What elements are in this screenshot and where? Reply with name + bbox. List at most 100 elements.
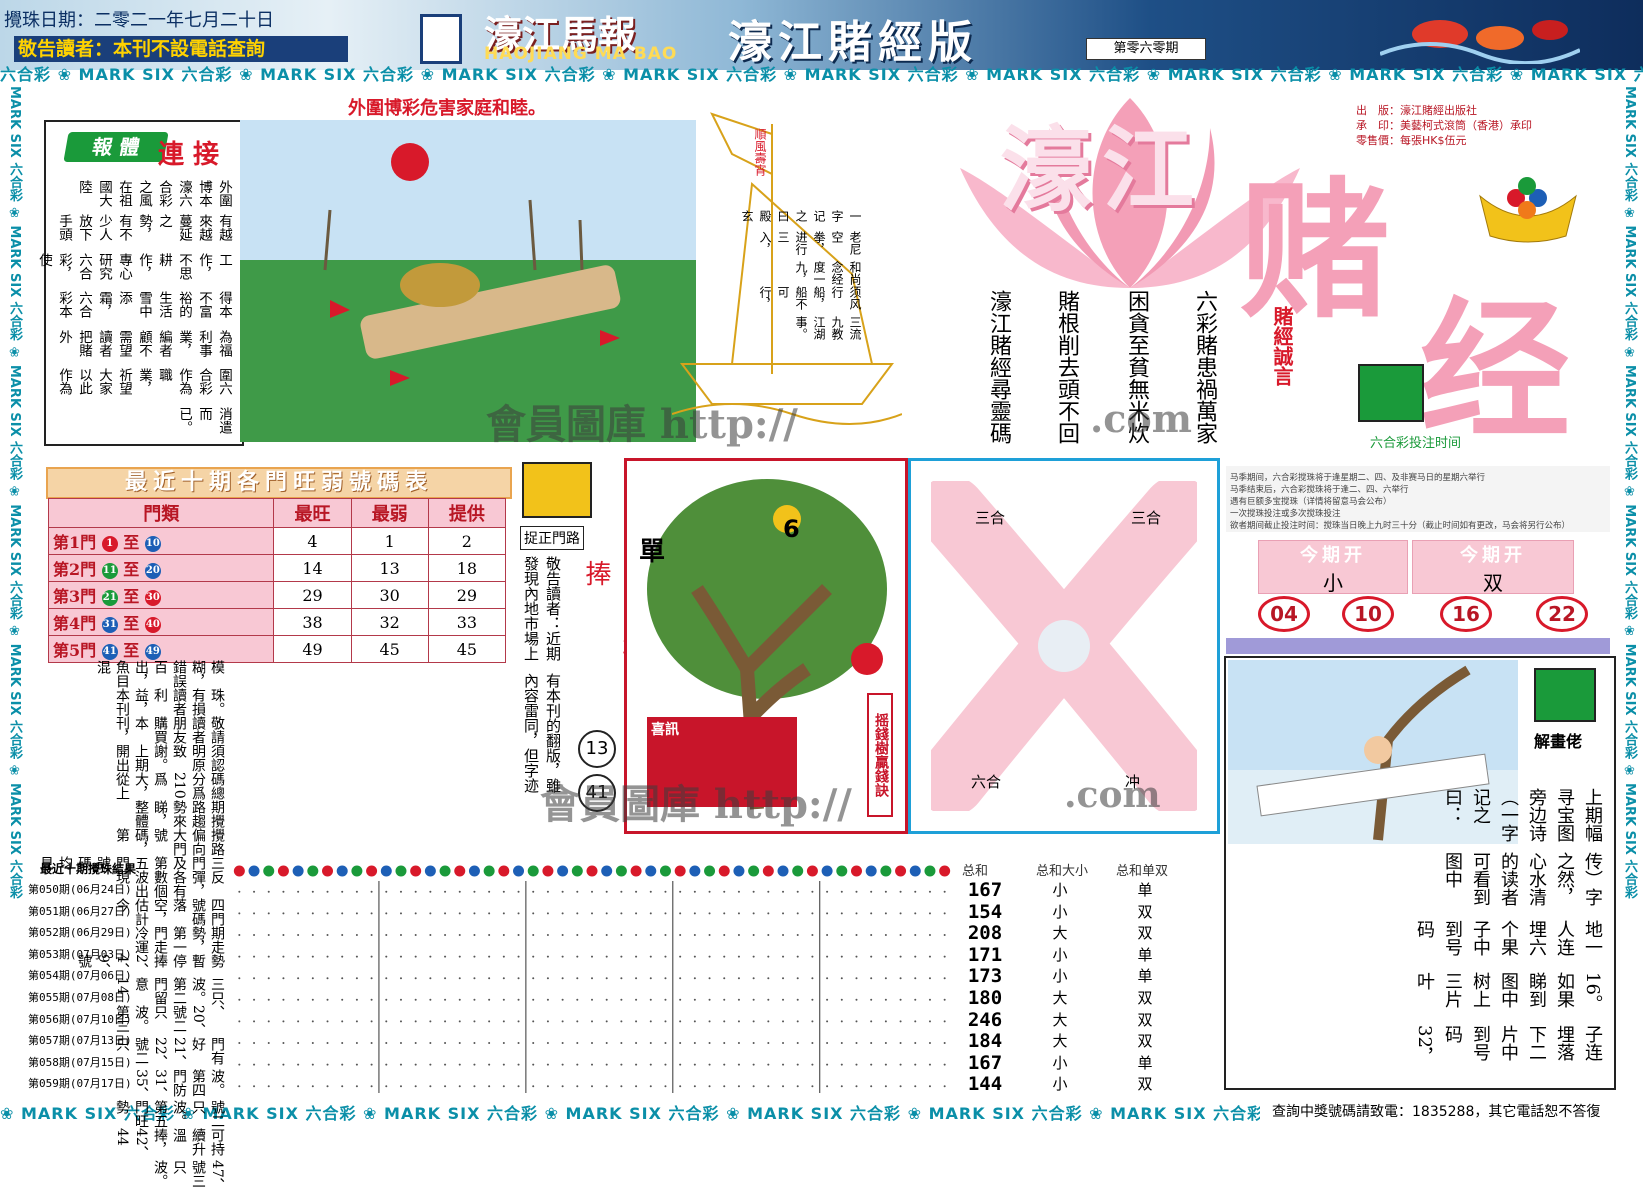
- grid-dot: [414, 1042, 417, 1044]
- issue-number: 第零六零期: [1086, 38, 1206, 60]
- grid-dot: [855, 998, 858, 1001]
- grid-dot: [414, 977, 417, 980]
- grid-dot: [826, 998, 829, 1001]
- grid-dot: [855, 977, 858, 980]
- grid-dot: [458, 998, 461, 1001]
- grid-dot: [914, 1085, 917, 1088]
- grid-dot: [708, 934, 711, 936]
- grid-dot: [752, 1063, 755, 1066]
- grid-dot: [591, 1042, 593, 1044]
- grid-dot: [752, 955, 755, 958]
- grid-dot: [679, 1020, 682, 1023]
- grid-dot: [943, 955, 946, 958]
- grid-dot: [840, 998, 843, 1001]
- grid-dot: [635, 977, 638, 980]
- size-column: 小小大小小大大大小小: [1052, 881, 1068, 1094]
- grid-dot: [928, 912, 931, 915]
- grid-dot: [311, 1020, 314, 1023]
- grid-dot: [488, 1042, 491, 1044]
- grid-dot: [355, 1085, 358, 1088]
- grid-dot: [928, 934, 931, 936]
- grid-dot: [605, 890, 608, 893]
- grid-dot: [238, 912, 241, 915]
- grid-dot: [679, 912, 682, 915]
- grid-dot: [826, 1042, 829, 1044]
- divider-bar: [1226, 638, 1610, 654]
- grid-dot: [502, 890, 505, 893]
- grid-dot: [693, 934, 696, 936]
- grid-dot: [620, 1085, 623, 1088]
- grid-dot: [811, 890, 814, 893]
- grid-dot: [664, 1063, 667, 1066]
- grid-dot: [649, 955, 652, 958]
- grid-dot: [385, 912, 388, 915]
- grid-dot: [782, 1063, 785, 1066]
- grid-dot: [355, 998, 358, 1001]
- grid-dot: [517, 934, 520, 936]
- grid-dot: [737, 1085, 740, 1088]
- parity-column: 单双双单单双双双单双: [1137, 881, 1153, 1094]
- grid-dot: [870, 934, 873, 936]
- grid-dot: [297, 1042, 300, 1044]
- grid-dot: [737, 998, 740, 1001]
- grid-dot: [693, 1042, 696, 1044]
- grid-dot: [253, 977, 256, 980]
- grid-dot: [429, 934, 432, 936]
- grid-dot: [899, 890, 902, 893]
- grid-dot: [282, 1063, 285, 1066]
- grid-dot: [517, 1020, 520, 1023]
- article-box: 報 體 連 接 外圍博本濠六合彩之風在祖國大陸 有越來越蔓延之勢，有不少人放下手頭…: [36, 120, 244, 446]
- grid-dot: [840, 1020, 843, 1023]
- grid-dot: [546, 955, 549, 958]
- grid-dot: [561, 912, 564, 915]
- grid-dot: [385, 890, 388, 893]
- grid-dot: [341, 998, 344, 1001]
- grid-dot: [238, 977, 241, 980]
- grid-dot: [576, 1020, 579, 1023]
- grid-dot: [502, 1085, 505, 1088]
- number-ball-header: [542, 865, 554, 877]
- grid-dot: [826, 977, 829, 980]
- grid-dot: [267, 934, 270, 936]
- result-row: 第050期(06月24日): [28, 883, 132, 896]
- grid-dot: [664, 998, 667, 1001]
- grid-dot: [561, 1020, 564, 1023]
- grid-dot: [355, 934, 358, 936]
- grid-dot: [870, 955, 873, 958]
- grid-dot: [737, 912, 740, 915]
- grid-dot: [517, 977, 520, 980]
- grid-dot: [855, 1085, 858, 1088]
- number-ball-header: [263, 865, 275, 877]
- grid-dot: [899, 934, 902, 936]
- grid-dot: [796, 934, 799, 936]
- grid-dot: [943, 1085, 946, 1088]
- grid-dot: [341, 1020, 344, 1023]
- grid-dot: [693, 955, 696, 958]
- grid-dot: [635, 998, 638, 1001]
- grid-dot: [723, 1020, 726, 1023]
- grid-dot: [458, 912, 461, 915]
- grid-dot: [752, 912, 755, 915]
- grid-dot: [914, 998, 917, 1001]
- grid-dot: [488, 998, 491, 1001]
- grid-dot: [914, 934, 917, 936]
- grid-dot: [767, 977, 770, 980]
- grid-dot: [326, 912, 329, 915]
- number-ball-header: [748, 865, 760, 877]
- grid-dot: [796, 955, 799, 958]
- grid-dot: [546, 890, 549, 893]
- result-row: 第055期(07月08日): [28, 990, 132, 1004]
- title-char-gamble: 赌: [1240, 163, 1391, 339]
- grid-dot: [253, 1063, 256, 1066]
- grid-dot: [429, 977, 432, 980]
- grid-dot: [238, 955, 241, 958]
- grid-dot: [884, 890, 887, 893]
- grid-dot: [943, 890, 946, 893]
- grid-dot: [591, 934, 593, 936]
- grid-dot: [635, 1020, 638, 1023]
- grid-dot: [297, 1020, 300, 1023]
- grid-dot: [399, 955, 402, 958]
- grid-dot: [605, 977, 608, 980]
- grid-dot: [326, 890, 329, 893]
- grid-dot: [341, 1085, 344, 1088]
